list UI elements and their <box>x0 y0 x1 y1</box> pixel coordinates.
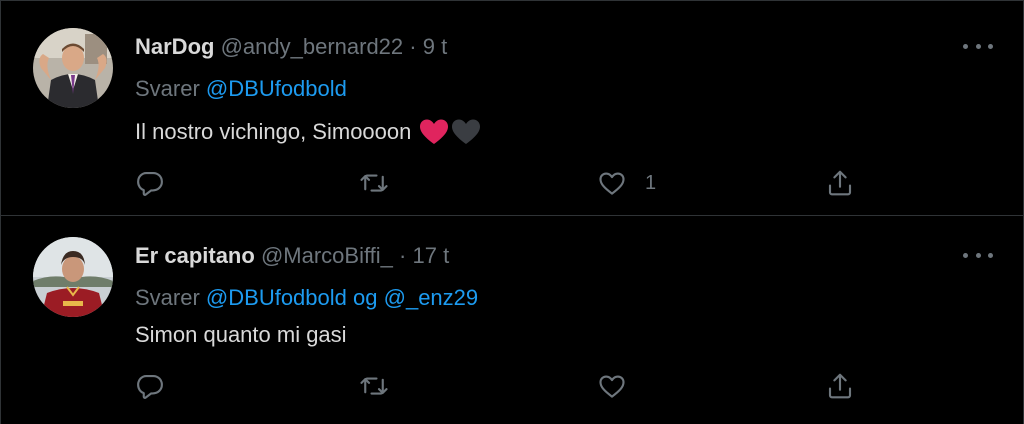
reply-icon <box>137 374 163 399</box>
tweet-actions: 1 <box>133 166 873 200</box>
display-name[interactable]: NarDog <box>135 34 214 59</box>
separator: · <box>399 243 407 268</box>
share-button[interactable] <box>825 369 855 403</box>
mention-link[interactable]: @DBUfodbold <box>206 285 347 310</box>
like-count: 1 <box>645 171 657 194</box>
timestamp[interactable]: 17 t <box>412 243 449 268</box>
tweet-header: Er capitano @MarcoBiffi_ · 17 t <box>135 243 449 269</box>
like-button[interactable] <box>597 369 645 403</box>
display-name[interactable]: Er capitano <box>135 243 255 268</box>
timestamp[interactable]: 9 t <box>423 34 447 59</box>
nardog-avatar-image <box>33 28 113 108</box>
mention-joiner: og <box>353 285 378 310</box>
more-icon[interactable] <box>963 36 993 56</box>
avatar[interactable] <box>33 237 113 317</box>
timeline: NarDog @andy_bernard22 · 9 t Svarer @DBU… <box>0 0 1024 424</box>
user-handle[interactable]: @MarcoBiffi_ <box>261 243 393 268</box>
tweet-nardog[interactable]: NarDog @andy_bernard22 · 9 t Svarer @DBU… <box>1 6 1023 216</box>
like-button[interactable]: 1 <box>597 166 656 200</box>
tweet-body: Simon quanto mi gasi <box>135 322 347 347</box>
reply-button[interactable] <box>135 369 165 403</box>
user-handle[interactable]: @andy_bernard22 <box>221 34 404 59</box>
tweet-divider <box>1 215 1023 216</box>
separator: · <box>409 34 417 59</box>
reply-prefix: Svarer <box>135 76 200 101</box>
reply-icon <box>137 171 163 196</box>
tweet-ercapitano[interactable]: Er capitano @MarcoBiffi_ · 17 t Svarer @… <box>1 217 1023 424</box>
top-border <box>1 0 1023 1</box>
red-heart-icon <box>420 119 449 144</box>
tweet-text: Simon quanto mi gasi <box>135 321 347 349</box>
avatar[interactable] <box>33 28 113 108</box>
share-icon <box>828 170 852 196</box>
reply-button[interactable] <box>135 166 165 200</box>
share-icon <box>828 373 852 399</box>
retweet-button[interactable] <box>359 166 389 200</box>
reply-context: Svarer @DBUfodbold <box>135 76 347 102</box>
tweet-header: NarDog @andy_bernard22 · 9 t <box>135 34 447 60</box>
black-heart-icon <box>452 119 481 144</box>
more-icon[interactable] <box>963 245 993 265</box>
mention-link[interactable]: @_enz29 <box>384 285 479 310</box>
like-icon <box>599 172 625 195</box>
reply-prefix: Svarer <box>135 285 200 310</box>
share-button[interactable] <box>825 166 855 200</box>
tweet-actions <box>133 369 873 403</box>
retweet-button[interactable] <box>359 369 389 403</box>
tweet-body: Il nostro vichingo, Simoooon <box>135 119 412 144</box>
like-icon <box>599 375 625 398</box>
retweet-icon <box>360 174 388 192</box>
reply-context: Svarer @DBUfodbold og @_enz29 <box>135 285 478 311</box>
retweet-icon <box>360 377 388 395</box>
tweet-text: Il nostro vichingo, Simoooon <box>135 118 481 146</box>
ercapitano-avatar-image <box>33 237 113 317</box>
mention-link[interactable]: @DBUfodbold <box>206 76 347 101</box>
